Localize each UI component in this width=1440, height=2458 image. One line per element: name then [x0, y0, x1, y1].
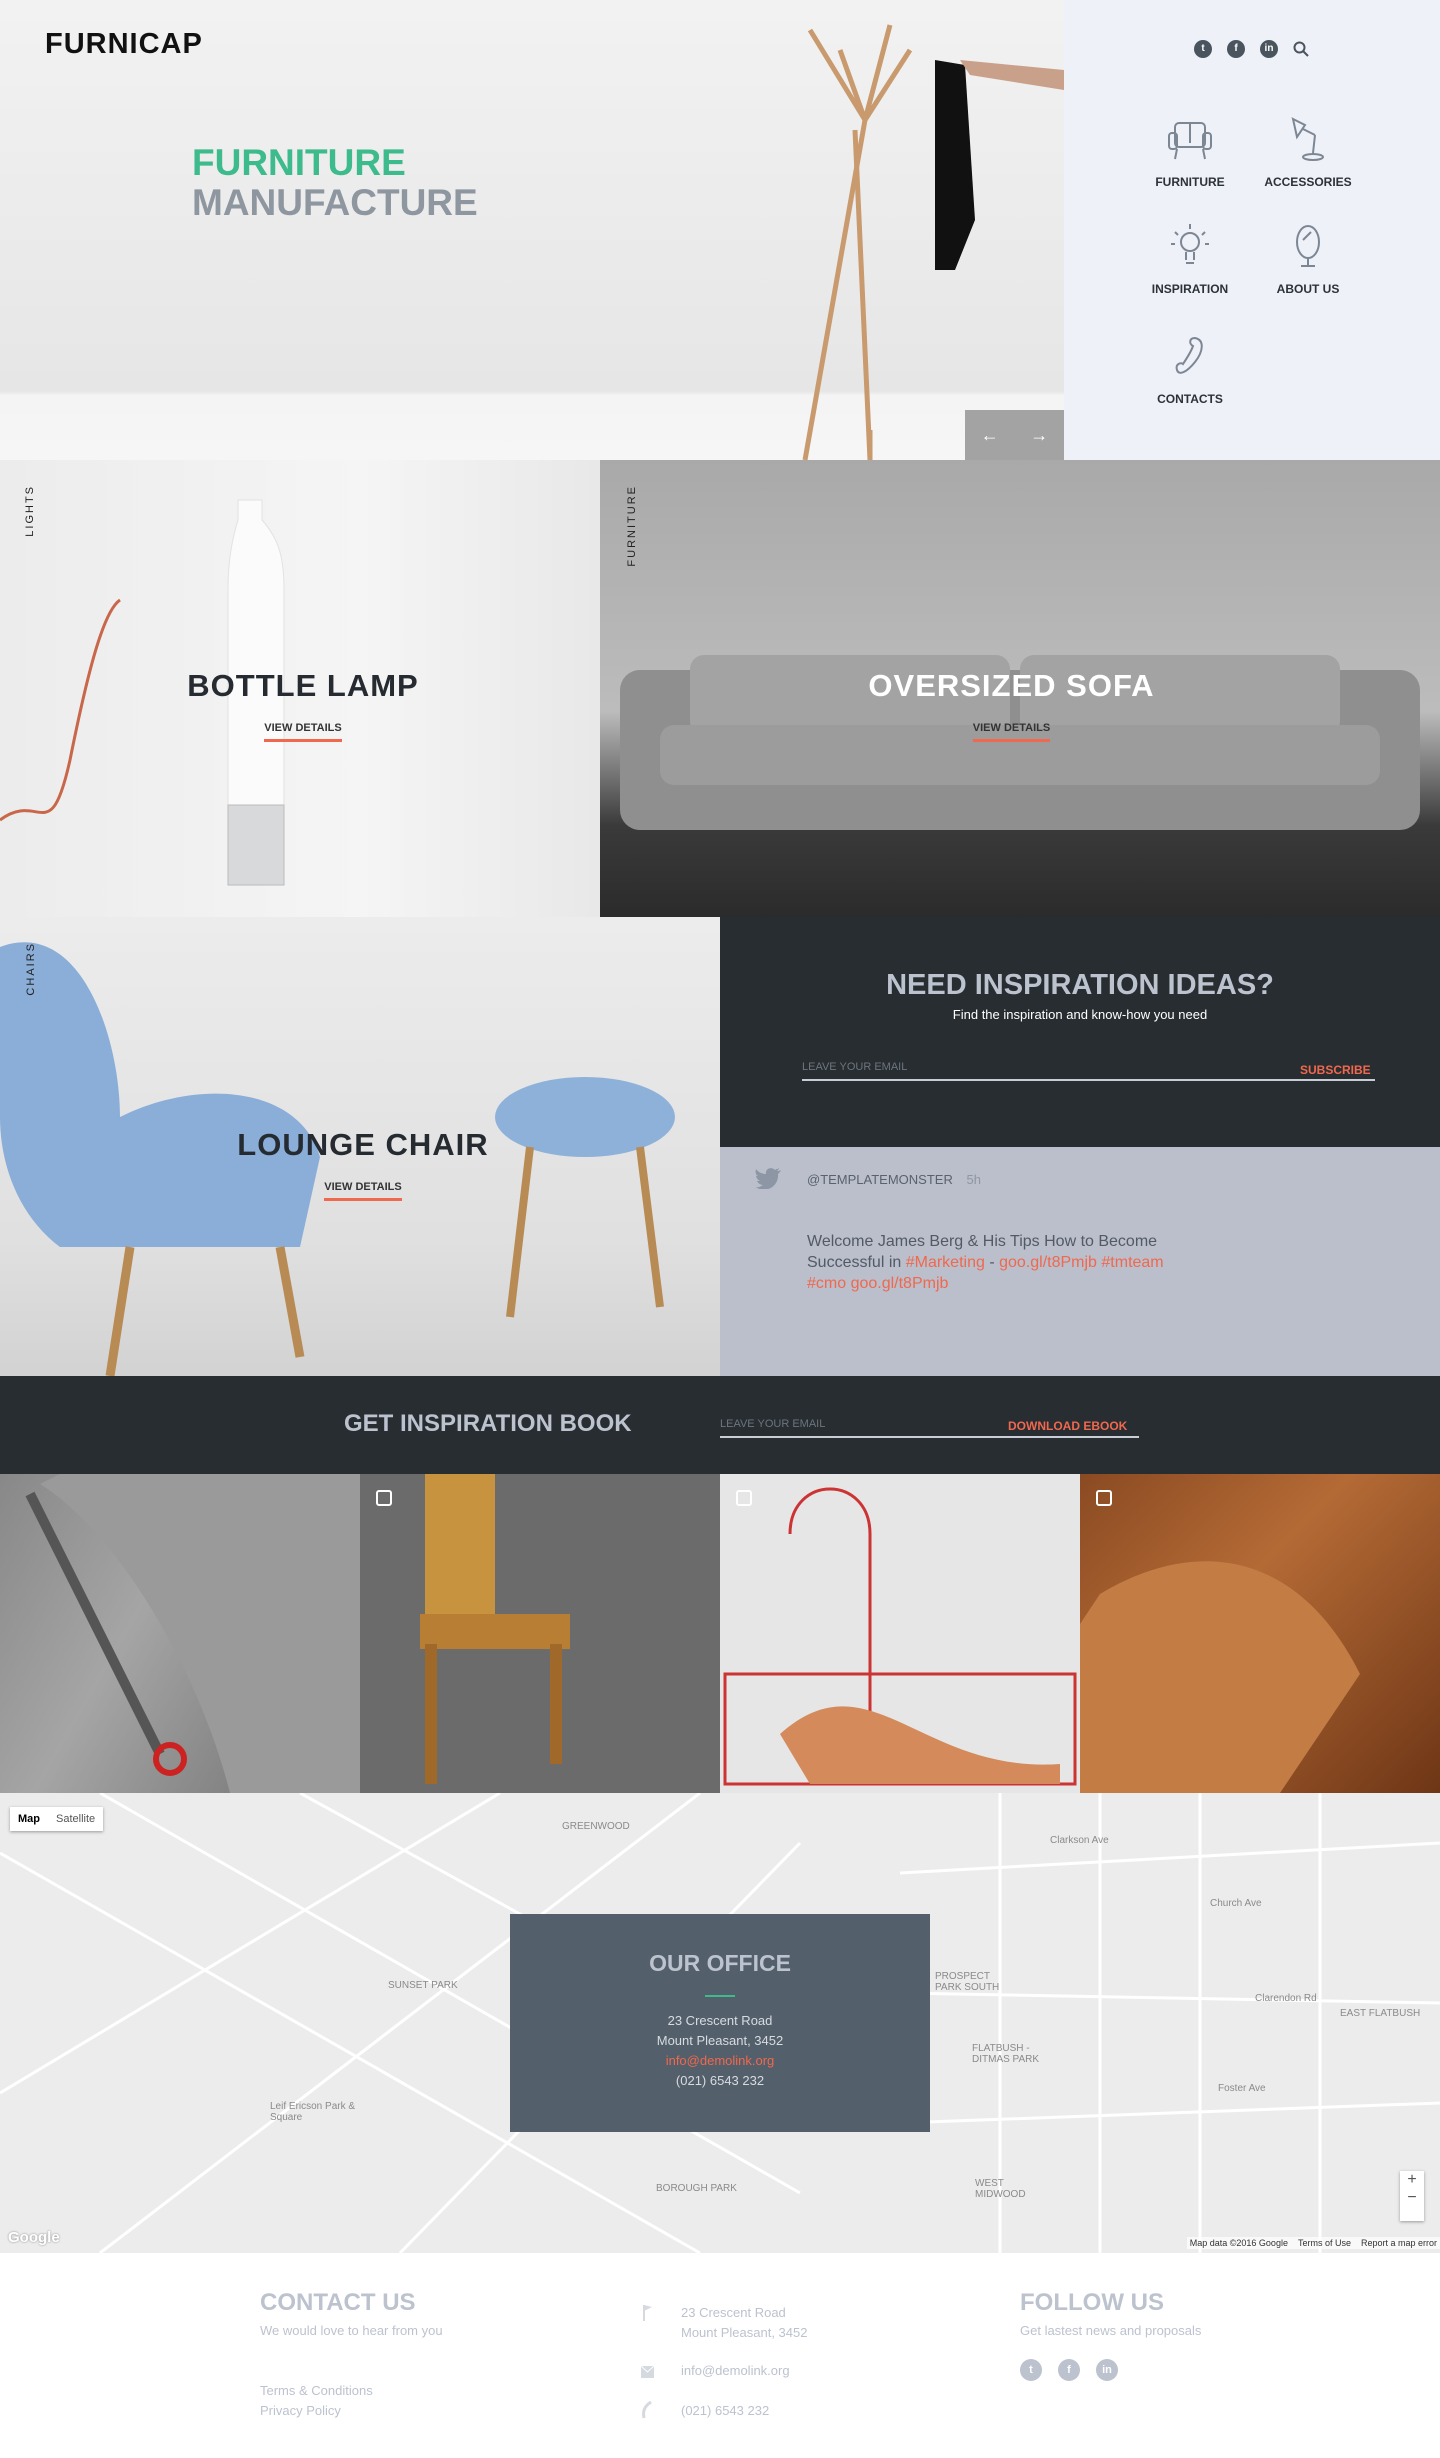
facebook-icon[interactable]: f — [1058, 2359, 1080, 2381]
arrow-left-icon[interactable]: ← — [981, 425, 999, 446]
instagram-photo[interactable] — [1080, 1474, 1440, 1793]
hero-slider: FURNICAP FURNITURE MANUFACTURE — [0, 0, 1064, 460]
subscribe-section: NEED INSPIRATION IDEAS? Find the inspira… — [720, 917, 1440, 1147]
contact-title: CONTACT US — [260, 2289, 416, 2316]
privacy-link[interactable]: Privacy Policy — [260, 2403, 341, 2418]
subscribe-subtitle: Find the inspiration and know-how you ne… — [952, 1007, 1208, 1022]
hero-title-line2: MANUFACTURE — [192, 182, 478, 223]
twitter-bird-icon — [755, 1168, 781, 1189]
tweet-time: 5h — [966, 1172, 981, 1187]
search-icon[interactable] — [1293, 41, 1309, 57]
terms-link[interactable]: Terms & Conditions — [260, 2383, 373, 2398]
map-zoom-in-button[interactable]: + — [1400, 2171, 1424, 2189]
product-title: LOUNGE CHAIR — [237, 1127, 489, 1162]
nav-item-inspiration[interactable]: INSPIRATION — [1135, 222, 1245, 298]
footer: CONTACT US We would love to hear from yo… — [260, 2289, 1202, 2419]
wooden-chair-photo — [420, 1474, 570, 1784]
product-tile-oversized-sofa[interactable]: FURNITURE OVERSIZED SOFA VIEW DETAILS — [600, 460, 1440, 917]
map-tab-map[interactable]: Map — [10, 1807, 48, 1831]
category-label: CHAIRS — [25, 942, 37, 996]
view-details-link[interactable]: VIEW DETAILS — [264, 722, 342, 742]
office-email-link[interactable]: info@demolink.org — [510, 2051, 930, 2071]
instagram-photo[interactable] — [720, 1474, 1080, 1793]
mirror-icon — [1296, 225, 1320, 267]
instagram-icon — [1096, 1490, 1112, 1506]
view-details-link[interactable]: VIEW DETAILS — [324, 1181, 402, 1201]
category-label: LIGHTS — [24, 485, 36, 537]
subscribe-title: NEED INSPIRATION IDEAS? — [886, 969, 1274, 1001]
hero-title-line1: FURNITURE — [192, 142, 406, 183]
view-details-link[interactable]: VIEW DETAILS — [972, 722, 1051, 742]
coat-rack-image — [802, 24, 1064, 460]
ebook-section: GET INSPIRATION BOOK LEAVE YOUR EMAIL DO… — [0, 1376, 1440, 1474]
tweet-card: @TEMPLATEMONSTER 5h Welcome James Berg &… — [720, 1147, 1440, 1376]
logo[interactable]: FURNICAP — [45, 28, 203, 61]
nav-item-contacts[interactable]: CONTACTS — [1135, 332, 1245, 408]
nav-item-furniture[interactable]: FURNITURE — [1135, 115, 1245, 191]
map-zoom-out-button[interactable]: − — [1400, 2189, 1424, 2207]
map-pin-icon — [643, 2305, 652, 2321]
product-tile-lounge-chair[interactable]: CHAIRS LOUNGE CHAIR VIEW DETAILS — [0, 917, 720, 1376]
desk-lamp-icon — [1291, 117, 1324, 161]
map-tab-satellite[interactable]: Satellite — [48, 1807, 103, 1831]
office-card: OUR OFFICE 23 Crescent Road Mount Pleasa… — [510, 1914, 930, 2132]
phone-icon — [642, 2401, 652, 2419]
twitter-icon[interactable]: t — [1194, 40, 1212, 58]
footer-email-link[interactable]: info@demolink.org — [681, 2363, 790, 2378]
linkedin-icon[interactable]: in — [1096, 2359, 1118, 2381]
facebook-icon[interactable]: f — [1227, 40, 1245, 58]
map-report-link[interactable]: Report a map error — [1361, 2238, 1437, 2248]
nav-item-accessories[interactable]: ACCESSORIES — [1253, 115, 1363, 191]
slider-arrows: ← → — [965, 410, 1064, 460]
twitter-icon[interactable]: t — [1020, 2359, 1042, 2381]
envelope-icon — [641, 2366, 654, 2378]
nav-panel: t f in FURNITURE ACCESSORIES INSPIRATION… — [1064, 0, 1440, 460]
lounger-photo — [723, 1487, 1077, 1786]
download-ebook-button[interactable]: DOWNLOAD EBOOK — [1008, 1419, 1127, 1433]
office-title: OUR OFFICE — [649, 1950, 791, 1976]
phone-icon — [1175, 336, 1203, 374]
product-title: OVERSIZED SOFA — [868, 668, 1155, 703]
instagram-photo[interactable] — [360, 1474, 720, 1793]
email-input[interactable]: LEAVE YOUR EMAIL — [802, 1057, 1375, 1081]
tweet-handle[interactable]: @TEMPLATEMONSTER — [807, 1172, 953, 1187]
armchair-icon — [1168, 122, 1212, 160]
instagram-icon — [376, 1490, 392, 1506]
lightbulb-icon — [1171, 224, 1209, 264]
leather-pillows-photo — [1080, 1561, 1360, 1793]
ebook-title: GET INSPIRATION BOOK — [344, 1410, 632, 1437]
subscribe-button[interactable]: SUBSCRIBE — [1300, 1063, 1371, 1077]
category-label: FURNITURE — [626, 485, 638, 567]
follow-title: FOLLOW US — [1020, 2289, 1164, 2316]
map-terms-link[interactable]: Terms of Use — [1298, 2238, 1351, 2248]
armchair-photo — [25, 1474, 360, 1793]
instagram-photo[interactable] — [0, 1474, 360, 1793]
nav-item-about-us[interactable]: ABOUT US — [1253, 222, 1363, 298]
linkedin-icon[interactable]: in — [1260, 40, 1278, 58]
product-title: BOTTLE LAMP — [187, 668, 419, 703]
product-tile-bottle-lamp[interactable]: LIGHTS BOTTLE LAMP VIEW DETAILS — [0, 460, 600, 917]
tweet-text: Welcome James Berg & His Tips How to Bec… — [807, 1233, 1164, 1292]
instagram-icon — [736, 1490, 752, 1506]
arrow-right-icon[interactable]: → — [1030, 425, 1048, 446]
google-logo: Google — [8, 2229, 60, 2246]
divider — [705, 1995, 735, 1997]
